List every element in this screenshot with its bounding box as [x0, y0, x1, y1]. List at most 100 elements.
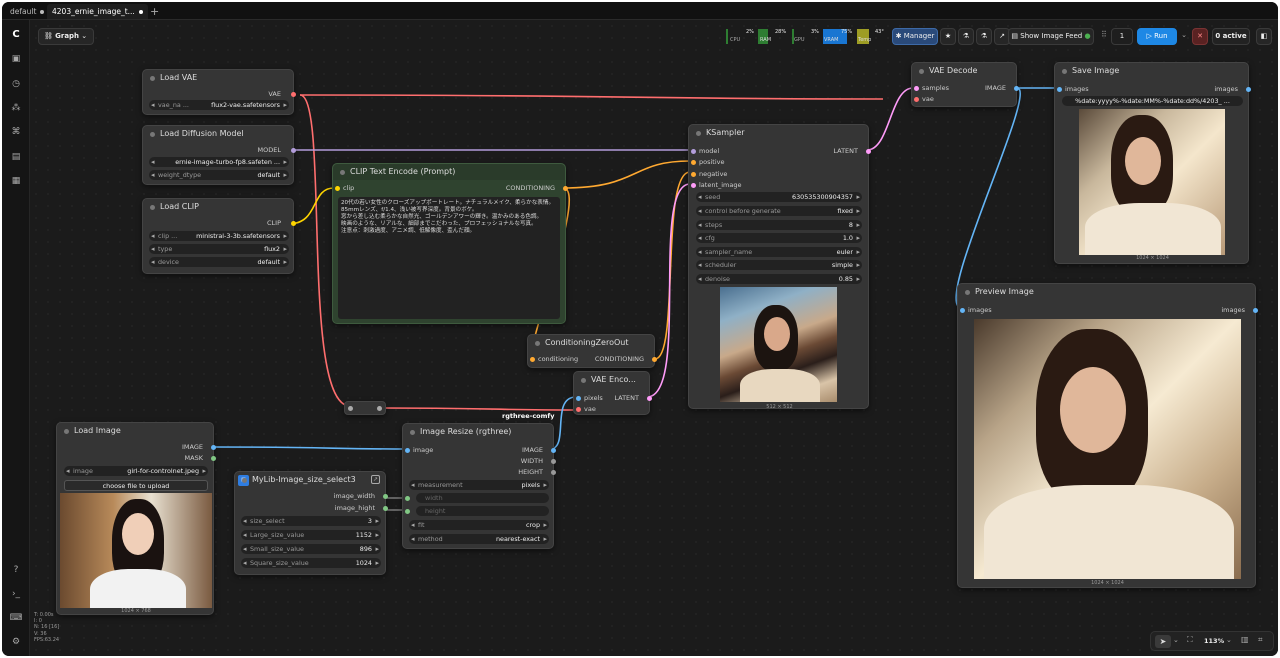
width-widget[interactable]: width — [416, 493, 549, 503]
image-width-output-socket[interactable] — [383, 494, 388, 499]
large-size-widget[interactable]: Large_size_value1152 — [241, 530, 381, 540]
templates-icon[interactable]: ▦ — [9, 174, 23, 188]
load-vae-node[interactable]: Load VAE VAE vae_na ...flux2-vae.safeten… — [142, 69, 296, 115]
star-icon[interactable]: ★ — [940, 28, 956, 45]
keyboard-icon[interactable]: ⌨ — [9, 611, 23, 625]
cancel-icon[interactable]: ✕ — [1192, 28, 1208, 45]
method-widget[interactable]: methodnearest-exact — [409, 534, 549, 544]
link-visibility-icon[interactable]: ⌗ — [1258, 635, 1263, 645]
width-output-socket[interactable] — [551, 459, 556, 464]
samples-input-socket[interactable] — [914, 86, 919, 91]
weight-dtype-widget[interactable]: weight_dtypedefault — [149, 170, 289, 180]
mylib-image-size-node[interactable]: ▣ MyLib-Image_size_select3 ↗ image_width… — [234, 471, 388, 575]
model-library-icon[interactable]: ⌘ — [9, 125, 23, 139]
zoom-chevron-icon[interactable]: ⌄ — [1226, 636, 1232, 644]
images-output-socket[interactable] — [1246, 87, 1251, 92]
help-icon[interactable]: ? — [9, 563, 23, 577]
image-resize-node[interactable]: Image Resize (rgthree) rgthree-comfy ima… — [402, 412, 556, 549]
load-diffusion-model-node[interactable]: Load Diffusion Model MODEL ernie-image-t… — [142, 125, 296, 185]
vae-name-widget[interactable]: vae_na ...flux2-vae.safetensors — [149, 100, 289, 110]
scheduler-widget[interactable]: schedulersimple — [696, 260, 862, 270]
workflows-icon[interactable]: ▤ — [9, 150, 23, 164]
pointer-chevron-icon[interactable]: ⌄ — [1173, 636, 1179, 644]
load-clip-node[interactable]: Load CLIP CLIP clip ...ministral-3-3b.sa… — [142, 198, 296, 274]
small-size-widget[interactable]: Small_size_value896 — [241, 544, 381, 554]
vae-input-socket[interactable] — [914, 97, 919, 102]
conditioning-output-socket[interactable] — [563, 186, 568, 191]
clip-type-widget[interactable]: typeflux2 — [149, 244, 289, 254]
expand-icon[interactable]: ↗ — [371, 475, 380, 484]
seed-widget[interactable]: seed630535300904357 — [696, 192, 862, 202]
flask-alt-icon[interactable]: ⚗ — [976, 28, 992, 45]
height-widget[interactable]: height — [416, 506, 549, 516]
model-input-socket[interactable] — [691, 149, 696, 154]
pixels-input-socket[interactable] — [576, 396, 581, 401]
comfy-logo-icon[interactable]: C — [9, 28, 23, 42]
tab-default[interactable]: default — [5, 4, 49, 19]
clip-text-encode-node[interactable]: CLIP Text Encode (Prompt) clip CONDITION… — [332, 163, 568, 324]
nodes-icon[interactable]: ⁂ — [9, 101, 23, 115]
prompt-textarea[interactable]: 20代の若い女性のクローズアップポートレート。ナチュラルメイク、柔らかな表情。 … — [338, 197, 560, 319]
choose-file-button[interactable]: choose file to upload — [64, 480, 208, 491]
clip-output-socket[interactable] — [291, 221, 296, 226]
measurement-widget[interactable]: measurementpixels — [409, 480, 549, 490]
cfg-widget[interactable]: cfg1.0 — [696, 233, 862, 243]
load-image-node[interactable]: Load Image IMAGE MASK imagegirl-for-cont… — [56, 422, 216, 615]
latent-output-socket[interactable] — [866, 149, 871, 154]
height-input-socket[interactable] — [405, 509, 410, 514]
control-before-generate-widget[interactable]: control before generatefixed — [696, 206, 862, 216]
run-button[interactable]: ▷ Run — [1137, 28, 1177, 45]
fit-widget[interactable]: fitcrop — [409, 520, 549, 530]
tab-workflow[interactable]: 4203_ernie_image_t... — [47, 4, 148, 19]
latent-output-socket[interactable] — [647, 396, 652, 401]
image-output-socket[interactable] — [211, 445, 216, 450]
reroute-input-socket[interactable] — [348, 406, 353, 411]
latent-input-socket[interactable] — [691, 183, 696, 188]
denoise-widget[interactable]: denoise0.85 — [696, 274, 862, 284]
image-output-socket[interactable] — [551, 448, 556, 453]
vae-encode-node[interactable]: VAE Enco... pixels vae LATENT — [573, 371, 652, 415]
unet-name-widget[interactable]: ernie-image-turbo-fp8.safeten ... — [149, 157, 289, 167]
width-input-socket[interactable] — [405, 496, 410, 501]
image-input-socket[interactable] — [405, 448, 410, 453]
mask-output-socket[interactable] — [211, 456, 216, 461]
history-icon[interactable]: ◷ — [9, 77, 23, 91]
settings-gear-icon[interactable]: ⚙ — [9, 635, 23, 649]
images-input-socket[interactable] — [960, 308, 965, 313]
vae-input-socket[interactable] — [576, 407, 581, 412]
run-chevron-icon[interactable]: ⌄ — [1179, 28, 1189, 45]
ksampler-node[interactable]: KSampler model positive negative latent_… — [688, 124, 871, 410]
clip-input-socket[interactable] — [335, 186, 340, 191]
steps-widget[interactable]: steps8 — [696, 220, 862, 230]
square-size-widget[interactable]: Square_size_value1024 — [241, 558, 381, 568]
manager-button[interactable]: ✱ Manager — [892, 28, 938, 45]
terminal-icon[interactable]: ›_ — [9, 587, 23, 601]
image-hight-output-socket[interactable] — [383, 506, 388, 511]
save-image-node[interactable]: Save Image images images %date:yyyy%-%da… — [1054, 62, 1251, 264]
new-tab-plus-icon[interactable]: + — [145, 4, 164, 19]
queue-count-input[interactable]: 1 — [1111, 28, 1133, 45]
images-output-socket[interactable] — [1253, 308, 1258, 313]
conditioning-input-socket[interactable] — [530, 357, 535, 362]
positive-input-socket[interactable] — [691, 160, 696, 165]
show-image-feed-button[interactable]: ▤ Show Image Feed ● — [1008, 28, 1094, 45]
vae-decode-node[interactable]: VAE Decode samples vae IMAGE — [911, 62, 1019, 107]
image-select-widget[interactable]: imagegirl-for-controlnet.jpeg — [64, 466, 208, 476]
image-icon[interactable]: ▣ — [9, 52, 23, 66]
toggle-panel-icon[interactable]: ◧ — [1256, 28, 1272, 45]
minimap-icon[interactable]: ▥ — [1241, 635, 1249, 644]
select-pointer-icon[interactable]: ➤ — [1155, 635, 1171, 648]
conditioning-zero-out-node[interactable]: ConditioningZeroOut conditioning CONDITI… — [527, 334, 657, 368]
flask-icon[interactable]: ⚗ — [958, 28, 974, 45]
model-output-socket[interactable] — [291, 148, 296, 153]
size-select-widget[interactable]: size_select3 — [241, 516, 381, 526]
fit-view-icon[interactable]: ⛶ — [1187, 635, 1193, 645]
filename-prefix-widget[interactable]: %date:yyyy%-%date:MM%-%date:dd%/4203_ ..… — [1062, 96, 1243, 106]
images-input-socket[interactable] — [1057, 87, 1062, 92]
sampler-name-widget[interactable]: sampler_nameeuler — [696, 247, 862, 257]
zoom-level[interactable]: 113% — [1204, 637, 1224, 645]
preview-image-node[interactable]: Preview Image images images 1024 × 1024 — [957, 283, 1258, 588]
graph-dropdown[interactable]: ⛓ Graph ⌄ — [38, 28, 94, 45]
image-output-socket[interactable] — [1014, 86, 1019, 91]
active-queue-button[interactable]: 0 active — [1212, 28, 1250, 45]
